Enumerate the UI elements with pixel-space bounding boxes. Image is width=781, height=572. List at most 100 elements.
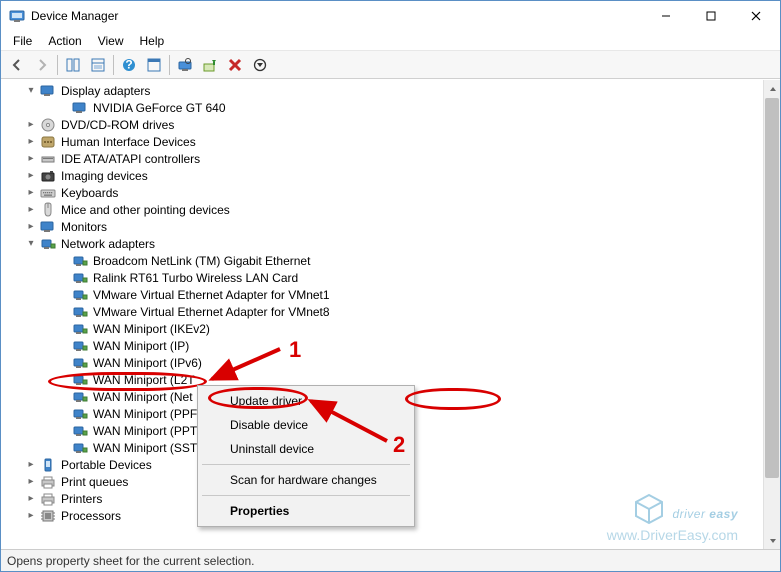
device-node-nvidia-gt640[interactable]: ▸NVIDIA GeForce GT 640 bbox=[5, 99, 780, 116]
expand-icon[interactable]: ▸ bbox=[23, 168, 39, 184]
update-driver-button[interactable] bbox=[198, 53, 222, 77]
net-icon bbox=[72, 372, 88, 388]
maximize-button[interactable] bbox=[688, 1, 733, 30]
expand-icon[interactable]: ▸ bbox=[23, 457, 39, 473]
menu-file[interactable]: File bbox=[5, 32, 40, 50]
expand-icon[interactable]: ▸ bbox=[23, 151, 39, 167]
device-label: WAN Miniport (IP) bbox=[91, 339, 191, 353]
context-menu: Update driver Disable device Uninstall d… bbox=[197, 385, 415, 527]
device-label: Keyboards bbox=[59, 186, 120, 200]
printq-icon bbox=[40, 474, 56, 490]
menu-help[interactable]: Help bbox=[132, 32, 173, 50]
device-node-ide[interactable]: ▸ IDE ATA/ATAPI controllers bbox=[5, 150, 780, 167]
context-menu-properties[interactable]: Properties bbox=[200, 499, 412, 523]
expand-icon[interactable]: ▸ bbox=[23, 134, 39, 150]
scrollbar-down-button[interactable] bbox=[764, 532, 780, 549]
device-label: Human Interface Devices bbox=[59, 135, 198, 149]
ide-icon bbox=[40, 151, 56, 167]
scrollbar-up-button[interactable] bbox=[764, 80, 780, 97]
device-node-network-adapters[interactable]: ▾Network adapters bbox=[5, 235, 780, 252]
net-icon bbox=[72, 389, 88, 405]
device-label: NVIDIA GeForce GT 640 bbox=[91, 101, 228, 115]
device-label: Processors bbox=[59, 509, 123, 523]
expand-icon[interactable]: ▸ bbox=[23, 491, 39, 507]
device-label: DVD/CD-ROM drives bbox=[59, 118, 176, 132]
net-icon bbox=[72, 440, 88, 456]
device-label: Imaging devices bbox=[59, 169, 150, 183]
device-label: WAN Miniport (PPT bbox=[91, 424, 199, 438]
net-icon bbox=[72, 355, 88, 371]
expand-icon[interactable]: ▸ bbox=[23, 185, 39, 201]
net-icon bbox=[72, 270, 88, 286]
device-node-wan-ipv6[interactable]: ▸WAN Miniport (IPv6) bbox=[5, 354, 780, 371]
device-node-dvd-cdrom[interactable]: ▸ DVD/CD-ROM drives bbox=[5, 116, 780, 133]
net-icon bbox=[72, 338, 88, 354]
device-label: Broadcom NetLink (TM) Gigabit Ethernet bbox=[91, 254, 312, 268]
expand-icon[interactable]: ▸ bbox=[23, 474, 39, 490]
gpu-icon bbox=[72, 100, 88, 116]
device-label: Print queues bbox=[59, 475, 130, 489]
expand-icon[interactable]: ▸ bbox=[23, 508, 39, 524]
expand-icon[interactable]: ▸ bbox=[23, 117, 39, 133]
device-label: Monitors bbox=[59, 220, 109, 234]
net-icon bbox=[72, 406, 88, 422]
device-label: WAN Miniport (Net bbox=[91, 390, 195, 404]
properties-button[interactable] bbox=[86, 53, 110, 77]
forward-button[interactable] bbox=[30, 53, 54, 77]
expand-icon[interactable]: ▸ bbox=[23, 219, 39, 235]
net-icon bbox=[72, 253, 88, 269]
device-node-keyboards[interactable]: ▸ Keyboards bbox=[5, 184, 780, 201]
device-label: WAN Miniport (PPF bbox=[91, 407, 199, 421]
minimize-button[interactable] bbox=[643, 1, 688, 30]
device-node-broadcom-netlink[interactable]: ▸Broadcom NetLink (TM) Gigabit Ethernet bbox=[5, 252, 780, 269]
device-node-imaging[interactable]: ▸ Imaging devices bbox=[5, 167, 780, 184]
menu-bar: File Action View Help bbox=[1, 31, 780, 51]
uninstall-device-button[interactable] bbox=[223, 53, 247, 77]
context-menu-update-driver[interactable]: Update driver bbox=[200, 389, 412, 413]
device-node-vmware-vmnet8[interactable]: ▸VMware Virtual Ethernet Adapter for VMn… bbox=[5, 303, 780, 320]
help-button[interactable]: ? bbox=[117, 53, 141, 77]
device-node-wan-ip[interactable]: ▸WAN Miniport (IP) bbox=[5, 337, 780, 354]
device-node-hid[interactable]: ▸ Human Interface Devices bbox=[5, 133, 780, 150]
back-button[interactable] bbox=[5, 53, 29, 77]
device-node-wan-ikev2[interactable]: ▸WAN Miniport (IKEv2) bbox=[5, 320, 780, 337]
context-menu-disable-device[interactable]: Disable device bbox=[200, 413, 412, 437]
context-menu-scan-hardware[interactable]: Scan for hardware changes bbox=[200, 468, 412, 492]
vertical-scrollbar[interactable] bbox=[763, 80, 780, 549]
device-label: WAN Miniport (SST bbox=[91, 441, 199, 455]
status-bar: Opens property sheet for the current sel… bbox=[1, 549, 780, 571]
scrollbar-thumb[interactable] bbox=[765, 98, 779, 478]
display-icon bbox=[40, 83, 56, 99]
collapse-icon[interactable]: ▾ bbox=[23, 83, 39, 99]
device-node-ralink-rt61[interactable]: ▸Ralink RT61 Turbo Wireless LAN Card bbox=[5, 269, 780, 286]
menu-view[interactable]: View bbox=[90, 32, 132, 50]
keyboard-icon bbox=[40, 185, 56, 201]
device-node-monitors[interactable]: ▸ Monitors bbox=[5, 218, 780, 235]
svg-text:?: ? bbox=[125, 57, 132, 71]
show-hide-console-tree-button[interactable] bbox=[61, 53, 85, 77]
device-node-mice[interactable]: ▸Mice and other pointing devices bbox=[5, 201, 780, 218]
expand-icon[interactable]: ▸ bbox=[23, 202, 39, 218]
menu-action[interactable]: Action bbox=[40, 32, 89, 50]
disable-device-button[interactable] bbox=[248, 53, 272, 77]
printer-icon bbox=[40, 491, 56, 507]
context-menu-separator bbox=[202, 495, 410, 496]
context-menu-uninstall-device[interactable]: Uninstall device bbox=[200, 437, 412, 461]
scan-hardware-button[interactable] bbox=[173, 53, 197, 77]
device-label: VMware Virtual Ethernet Adapter for VMne… bbox=[91, 305, 332, 319]
monitor-icon bbox=[40, 219, 56, 235]
device-label: Display adapters bbox=[59, 84, 152, 98]
action-pane-button[interactable] bbox=[142, 53, 166, 77]
collapse-icon[interactable]: ▾ bbox=[23, 236, 39, 252]
device-label: WAN Miniport (IKEv2) bbox=[91, 322, 212, 336]
window-title: Device Manager bbox=[31, 9, 643, 23]
device-label: IDE ATA/ATAPI controllers bbox=[59, 152, 202, 166]
context-menu-separator bbox=[202, 464, 410, 465]
net-icon bbox=[40, 236, 56, 252]
device-node-display-adapters[interactable]: ▾ Display adapters bbox=[5, 82, 780, 99]
close-button[interactable] bbox=[733, 1, 778, 30]
imaging-icon bbox=[40, 168, 56, 184]
device-node-vmware-vmnet1[interactable]: ▸VMware Virtual Ethernet Adapter for VMn… bbox=[5, 286, 780, 303]
title-bar: Device Manager bbox=[1, 1, 780, 31]
device-label: WAN Miniport (IPv6) bbox=[91, 356, 204, 370]
